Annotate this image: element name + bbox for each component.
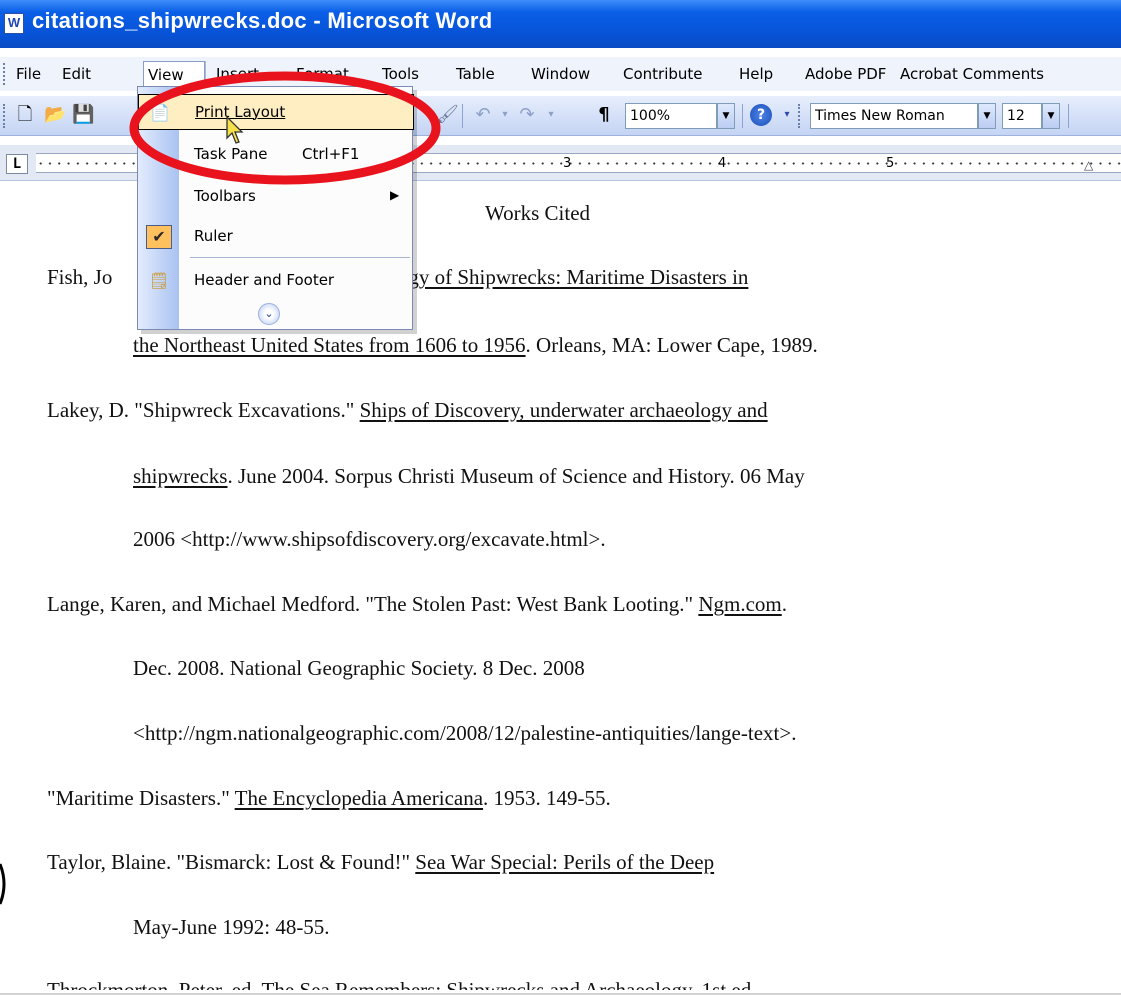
citation-text: . June 2004. Sorpus Christi Museum of Sc… — [227, 464, 805, 488]
view-menu-dropdown: 📄 Print Layout Task Pane Ctrl+F1 Toolbar… — [137, 86, 414, 330]
menu-acrobat-comments[interactable]: Acrobat Comments — [896, 61, 1048, 87]
menu-edit[interactable]: Edit — [58, 61, 95, 87]
menu-item-label: Toolbars — [194, 187, 256, 205]
citation-text: "Maritime Disasters." — [47, 786, 235, 810]
mouse-pointer-icon — [226, 116, 244, 144]
menu-divider — [190, 257, 410, 258]
toolbar-separator — [1068, 104, 1069, 128]
citation-text: . 1953. 149-55. — [483, 786, 611, 810]
menu-help[interactable]: Help — [735, 61, 777, 87]
tab-selector-icon[interactable]: L — [6, 154, 28, 174]
left-edge-mark — [0, 863, 6, 905]
redo-icon[interactable]: ↷ — [516, 104, 538, 126]
menu-item-label: Ruler — [194, 227, 233, 245]
citation-line: the Northeast United States from 1606 to… — [133, 333, 818, 358]
citation-line: shipwrecks. June 2004. Sorpus Christi Mu… — [133, 464, 805, 489]
right-indent-marker-icon[interactable]: △ — [1084, 158, 1093, 172]
menu-item-ruler[interactable]: ✔ Ruler — [138, 219, 414, 255]
submenu-arrow-icon: ▶ — [390, 188, 400, 202]
citation-line: "Maritime Disasters." The Encyclopedia A… — [47, 786, 611, 811]
print-layout-icon: 📄 — [150, 103, 170, 122]
menu-file[interactable]: File — [12, 61, 45, 87]
font-name-combo[interactable]: Times New Roman — [810, 103, 978, 129]
menu-view[interactable]: View — [143, 61, 205, 87]
works-cited-heading: Works Cited — [485, 201, 591, 225]
window-title: citations_shipwrecks.doc - Microsoft Wor… — [32, 8, 493, 33]
citation-line: May-June 1992: 48-55. — [133, 915, 330, 939]
redo-dropdown-icon[interactable]: ▾ — [540, 104, 562, 126]
citation-line: Taylor, Blaine. "Bismarck: Lost & Found!… — [47, 850, 714, 875]
menu-item-header-footer[interactable]: 🗒 Header and Footer — [138, 263, 414, 299]
citation-line: Lange, Karen, and Michael Medford. "The … — [47, 592, 787, 617]
citation-text: Lange, Karen, and Michael Medford. "The … — [47, 592, 699, 616]
font-name-dropdown[interactable]: ▼ — [978, 103, 996, 129]
menu-tools[interactable]: Tools — [378, 61, 423, 87]
citation-text: Lakey, D. "Shipwreck Excavations." — [47, 398, 360, 422]
font-size-combo[interactable]: 12 — [1002, 103, 1042, 129]
citation-title: Ngm.com — [698, 592, 782, 616]
header-footer-icon: 🗒 — [148, 271, 170, 290]
new-icon[interactable]: 🗋 — [14, 104, 36, 126]
word-doc-icon[interactable]: W — [4, 13, 24, 34]
ruler-number: 3 — [563, 156, 572, 171]
citation-text: Fish, Jo — [47, 265, 113, 289]
save-icon[interactable]: 💾 — [72, 104, 94, 126]
ruler-number: 4 — [718, 156, 727, 171]
citation-title: the Northeast United States from 1606 to… — [133, 333, 526, 357]
citation-line: Lakey, D. "Shipwreck Excavations." Ships… — [47, 398, 768, 423]
citation-title: Ships of Discovery, underwater archaeolo… — [359, 398, 768, 422]
toolbar-separator — [742, 104, 743, 128]
menu-contribute[interactable]: Contribute — [619, 61, 707, 87]
zoom-dropdown[interactable]: ▼ — [717, 103, 735, 129]
menu-window[interactable]: Window — [527, 61, 594, 87]
citation-title: shipwrecks — [133, 464, 228, 488]
toolbar-options-icon[interactable]: ▾ — [776, 104, 798, 126]
open-icon[interactable]: 📂 — [44, 104, 66, 126]
help-icon[interactable]: ? — [750, 104, 772, 126]
menu-item-print-layout[interactable]: 📄 Print Layout — [138, 94, 414, 130]
citation-line: Dec. 2008. National Geographic Society. … — [133, 656, 585, 680]
citation-text: . Orleans, MA: Lower Cape, 1989. — [525, 333, 818, 357]
title-bar: W citations_shipwrecks.doc - Microsoft W… — [0, 0, 1121, 48]
citation-text: Taylor, Blaine. "Bismarck: Lost & Found!… — [47, 850, 416, 874]
citation-title: Sea War Special: Perils of the Deep — [415, 850, 715, 874]
citation-title: The Encyclopedia Americana — [234, 786, 484, 810]
menu-item-task-pane[interactable]: Task Pane Ctrl+F1 — [138, 137, 414, 173]
citation-text: Throckmorton, Peter, ed. The Sea Remembe… — [47, 978, 757, 990]
menubar-grip[interactable] — [3, 63, 6, 85]
menu-table[interactable]: Table — [452, 61, 499, 87]
pilcrow-icon[interactable]: ¶ — [593, 104, 615, 126]
undo-dropdown-icon[interactable]: ▾ — [494, 104, 516, 126]
citation-line: <http://ngm.nationalgeographic.com/2008/… — [133, 721, 797, 745]
menu-adobe-pdf[interactable]: Adobe PDF — [801, 61, 890, 87]
menu-item-toolbars[interactable]: Toolbars ▶ — [138, 179, 414, 215]
menu-format[interactable]: Format — [292, 61, 353, 87]
zoom-combo[interactable]: 100% — [625, 103, 717, 129]
format-painter-icon[interactable]: 🖌 — [436, 104, 459, 126]
font-size-dropdown[interactable]: ▼ — [1042, 103, 1060, 129]
toolbar-grip[interactable] — [3, 104, 6, 128]
undo-icon[interactable]: ↶ — [472, 104, 494, 126]
ruler-number: 5 — [886, 156, 895, 171]
checkmark-icon: ✔ — [146, 225, 172, 249]
citation-text: . — [781, 592, 787, 616]
menu-item-label: Header and Footer — [194, 271, 335, 289]
formatting-toolbar-grip[interactable] — [798, 104, 801, 128]
citation-line-clipped: Throckmorton, Peter, ed. The Sea Remembe… — [47, 978, 756, 990]
toolbar-separator — [462, 104, 463, 128]
expand-chevron-icon[interactable]: ⌄ — [258, 303, 280, 325]
menu-item-label: Task Pane — [194, 145, 268, 163]
menu-insert[interactable]: Insert — [212, 61, 263, 87]
menu-item-shortcut: Ctrl+F1 — [302, 145, 360, 163]
citation-line: 2006 <http://www.shipsofdiscovery.org/ex… — [133, 527, 606, 551]
